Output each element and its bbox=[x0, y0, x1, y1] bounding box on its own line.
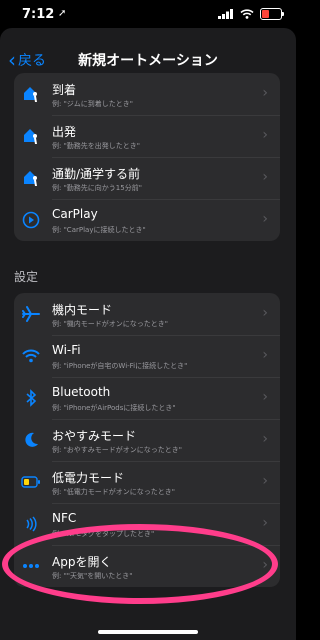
trigger-title: おやすみモード bbox=[52, 429, 137, 443]
chevron-right-icon: › bbox=[262, 515, 268, 531]
trigger-title: 通勤/通学する前 bbox=[52, 167, 141, 181]
trigger-low-power-mode[interactable]: 低電力モード 例: "低電力モードがオンになったとき" › bbox=[14, 461, 280, 503]
trigger-subtitle: 例: "おやすみモードがオンになったとき" bbox=[52, 446, 183, 454]
moon-icon bbox=[20, 429, 42, 451]
status-icons bbox=[218, 8, 284, 20]
chevron-right-icon: › bbox=[262, 169, 268, 185]
trigger-subtitle: 例: "NFCタグをタップしたとき" bbox=[52, 530, 155, 538]
signal-icon bbox=[218, 9, 233, 19]
house-person-icon bbox=[20, 125, 42, 147]
trigger-subtitle: 例: "低電力モードがオンになったとき" bbox=[52, 488, 176, 496]
trigger-title: Bluetooth bbox=[52, 385, 111, 399]
chevron-right-icon: › bbox=[262, 557, 268, 573]
chevron-right-icon: › bbox=[262, 473, 268, 489]
travel-trigger-list: 到着 例: "ジムに到着したとき" › 出発 例: "勤務先を出発したとき" ›… bbox=[14, 73, 280, 241]
chevron-right-icon: › bbox=[262, 305, 268, 321]
trigger-open-app[interactable]: Appを開く 例: ""天気"を開いたとき" › bbox=[14, 545, 280, 587]
house-person-icon bbox=[20, 167, 42, 189]
trigger-title: 機内モード bbox=[52, 303, 113, 317]
battery-icon bbox=[20, 471, 42, 493]
house-person-icon bbox=[20, 83, 42, 105]
trigger-arrive[interactable]: 到着 例: "ジムに到着したとき" › bbox=[14, 73, 280, 115]
trigger-airplane-mode[interactable]: 機内モード 例: "機内モードがオンになったとき" › bbox=[14, 293, 280, 335]
chevron-right-icon: › bbox=[262, 431, 268, 447]
chevron-right-icon: › bbox=[262, 211, 268, 227]
trigger-title: NFC bbox=[52, 511, 77, 525]
status-bar: 7:12 ➚ bbox=[0, 0, 296, 28]
automation-sheet: ‹ 戻る 新規オートメーション 到着 例: "ジムに到着したとき" › 出発 例… bbox=[0, 28, 296, 640]
settings-trigger-list: 機内モード 例: "機内モードがオンになったとき" › Wi-Fi 例: "iP… bbox=[14, 293, 280, 587]
page-title: 新規オートメーション bbox=[78, 53, 218, 69]
trigger-subtitle: 例: "iPhoneが自宅のWi-Fiに接続したとき" bbox=[52, 362, 188, 370]
trigger-wifi[interactable]: Wi-Fi 例: "iPhoneが自宅のWi-Fiに接続したとき" › bbox=[14, 335, 280, 377]
location-icon: ➚ bbox=[58, 8, 67, 19]
status-time: 7:12 bbox=[22, 7, 55, 22]
carplay-icon bbox=[20, 209, 42, 231]
wifi-status-icon bbox=[240, 9, 254, 19]
bluetooth-icon bbox=[20, 387, 42, 409]
chevron-right-icon: › bbox=[262, 85, 268, 101]
trigger-before-commute[interactable]: 通勤/通学する前 例: "勤務先に向かう15分前" › bbox=[14, 157, 280, 199]
wifi-icon bbox=[20, 345, 42, 367]
trigger-title: 到着 bbox=[52, 83, 77, 97]
trigger-title: CarPlay bbox=[52, 207, 98, 221]
trigger-subtitle: 例: "ジムに到着したとき" bbox=[52, 100, 134, 108]
trigger-do-not-disturb[interactable]: おやすみモード 例: "おやすみモードがオンになったとき" › bbox=[14, 419, 280, 461]
trigger-subtitle: 例: "機内モードがオンになったとき" bbox=[52, 320, 169, 328]
trigger-title: Appを開く bbox=[52, 555, 112, 569]
trigger-subtitle: 例: ""天気"を開いたとき" bbox=[52, 572, 133, 580]
trigger-carplay[interactable]: CarPlay 例: "CarPlayに接続したとき" › bbox=[14, 199, 280, 241]
chevron-right-icon: › bbox=[262, 347, 268, 363]
chevron-right-icon: › bbox=[262, 389, 268, 405]
trigger-title: Wi-Fi bbox=[52, 343, 81, 357]
trigger-leave[interactable]: 出発 例: "勤務先を出発したとき" › bbox=[14, 115, 280, 157]
section-header-settings: 設定 bbox=[14, 270, 39, 284]
trigger-bluetooth[interactable]: Bluetooth 例: "iPhoneがAirPodsに接続したとき" › bbox=[14, 377, 280, 419]
trigger-title: 出発 bbox=[52, 125, 77, 139]
trigger-subtitle: 例: "勤務先に向かう15分前" bbox=[52, 184, 142, 192]
airplane-icon bbox=[20, 303, 42, 325]
trigger-subtitle: 例: "CarPlayに接続したとき" bbox=[52, 226, 146, 234]
trigger-subtitle: 例: "iPhoneがAirPodsに接続したとき" bbox=[52, 404, 176, 412]
home-indicator bbox=[98, 630, 198, 634]
battery-status-icon bbox=[260, 8, 284, 20]
app-icon bbox=[20, 555, 42, 577]
chevron-right-icon: › bbox=[262, 127, 268, 143]
nfc-icon bbox=[20, 513, 42, 535]
trigger-subtitle: 例: "勤務先を出発したとき" bbox=[52, 142, 141, 150]
trigger-nfc[interactable]: NFC 例: "NFCタグをタップしたとき" › bbox=[14, 503, 280, 545]
trigger-title: 低電力モード bbox=[52, 471, 125, 485]
